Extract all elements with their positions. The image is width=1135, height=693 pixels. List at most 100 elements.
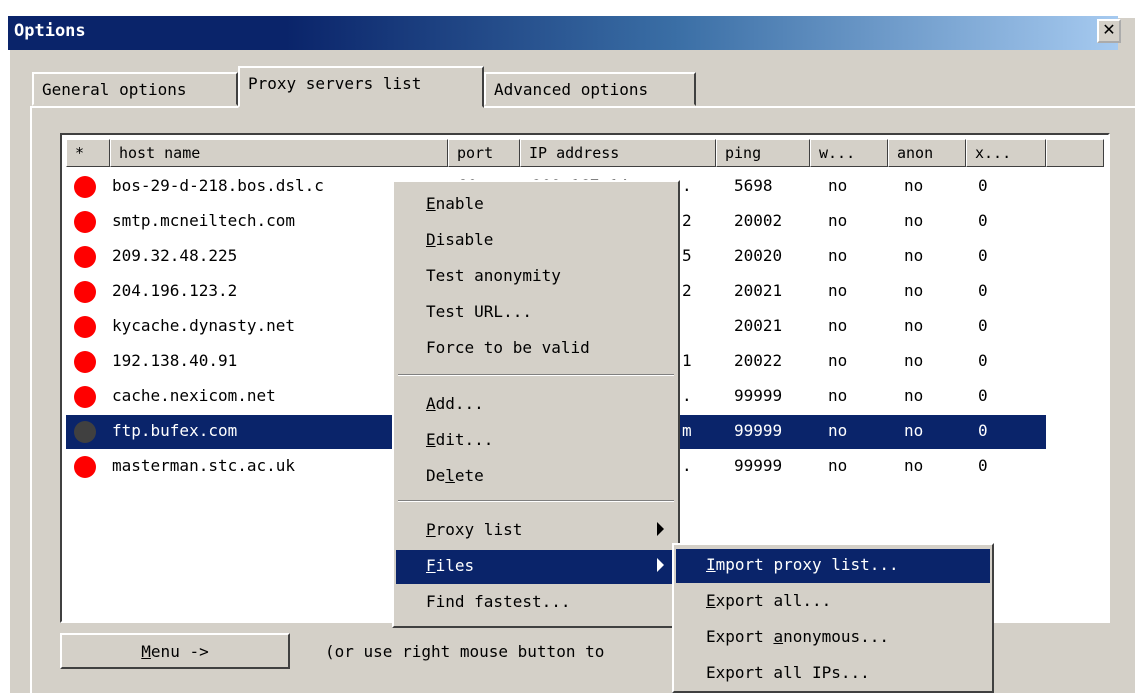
cell-w: no [828, 211, 848, 230]
cell-host: 204.196.123.2 [112, 281, 238, 300]
menu-separator [398, 500, 674, 502]
cell-ping: 20022 [734, 351, 783, 370]
submenu-item-export-all-ips[interactable]: Export all IPs... [676, 657, 990, 691]
cell-x: 0 [978, 211, 988, 230]
cell-host: cache.nexicom.net [112, 386, 276, 405]
menu-item-test-url[interactable]: Test URL... [396, 296, 676, 330]
menu-separator [398, 374, 674, 376]
tab-advanced-options[interactable]: Advanced options [484, 72, 696, 106]
cell-ping: 99999 [734, 421, 783, 440]
cell-w: no [828, 281, 848, 300]
menu-item-add[interactable]: Add... [396, 388, 676, 422]
menu-item-force-valid[interactable]: Force to be valid [396, 332, 676, 366]
submenu-item-export-all[interactable]: Export all... [676, 585, 990, 619]
submenu-arrow-icon [657, 558, 664, 572]
cell-w: no [828, 456, 848, 475]
menu-button[interactable]: Menu -> [60, 633, 290, 669]
cell-w: no [828, 246, 848, 265]
cell-ip-tail: . [682, 456, 692, 475]
status-dot-icon [74, 211, 96, 233]
cell-x: 0 [978, 456, 988, 475]
column-header-ip[interactable]: IP address [520, 139, 716, 167]
cell-anon: no [904, 351, 924, 370]
column-header-host[interactable]: host name [110, 139, 448, 167]
status-dot-icon [74, 351, 96, 373]
cell-host: 192.138.40.91 [112, 351, 238, 370]
cell-anon: no [904, 456, 924, 475]
cell-ip-tail: 5 [682, 246, 692, 265]
cell-ip-tail: 2 [682, 281, 692, 300]
menu-item-disable[interactable]: Disable [396, 224, 676, 258]
cell-x: 0 [978, 176, 988, 195]
cell-anon: no [904, 316, 924, 335]
files-submenu: Import proxy list... Export all... Expor… [672, 543, 994, 693]
menu-button-rest: enu -> [150, 642, 209, 661]
column-header-x[interactable]: x... [966, 139, 1046, 167]
cell-x: 0 [978, 421, 988, 440]
cell-anon: no [904, 421, 924, 440]
cell-ip-tail: m [682, 421, 692, 440]
hint-text: (or use right mouse button to [325, 642, 605, 661]
column-header-w[interactable]: w... [810, 139, 888, 167]
cell-x: 0 [978, 316, 988, 335]
cell-x: 0 [978, 246, 988, 265]
cell-w: no [828, 386, 848, 405]
close-button[interactable]: ✕ [1097, 19, 1121, 43]
window-title: Options [14, 21, 86, 41]
cell-x: 0 [978, 386, 988, 405]
cell-host: 209.32.48.225 [112, 246, 238, 265]
cell-host: smtp.mcneiltech.com [112, 211, 296, 230]
cell-ip-tail: 2 [682, 211, 692, 230]
cell-ip-tail: . [682, 386, 692, 405]
column-header-anon[interactable]: anon [888, 139, 966, 167]
cell-anon: no [904, 246, 924, 265]
tab-proxy-servers-list[interactable]: Proxy servers list [238, 66, 484, 108]
column-header-filler [1046, 139, 1104, 167]
status-dot-icon [74, 456, 96, 478]
cell-w: no [828, 316, 848, 335]
column-header-ping[interactable]: ping [716, 139, 810, 167]
cell-w: no [828, 421, 848, 440]
menu-item-find-fastest[interactable]: Find fastest... [396, 586, 676, 620]
menu-item-test-anonymity[interactable]: Test anonymity [396, 260, 676, 294]
column-header-status[interactable]: * [66, 139, 110, 167]
cell-anon: no [904, 386, 924, 405]
status-dot-icon [74, 386, 96, 408]
menu-item-files[interactable]: Files [396, 550, 676, 584]
cell-anon: no [904, 281, 924, 300]
cell-w: no [828, 176, 848, 195]
cell-ping: 20021 [734, 281, 783, 300]
status-dot-icon [74, 176, 96, 198]
cell-host: masterman.stc.ac.uk [112, 456, 296, 475]
context-menu: Enable Disable Test anonymity Test URL..… [392, 180, 680, 628]
menu-button-key: M [141, 642, 151, 661]
tab-general-options[interactable]: General options [32, 72, 238, 106]
cell-ping: 5698 [734, 176, 773, 195]
cell-ping: 20020 [734, 246, 783, 265]
submenu-item-export-anonymous[interactable]: Export anonymous... [676, 621, 990, 655]
submenu-item-import[interactable]: Import proxy list... [676, 549, 990, 583]
menu-item-delete[interactable]: Delete [396, 460, 676, 494]
cell-ip-tail: . [682, 176, 692, 195]
status-dot-icon [74, 421, 96, 443]
cell-x: 0 [978, 281, 988, 300]
cell-w: no [828, 351, 848, 370]
status-dot-icon [74, 316, 96, 338]
column-header-port[interactable]: port [448, 139, 520, 167]
cell-ip-tail: 1 [682, 351, 692, 370]
cell-ping: 99999 [734, 386, 783, 405]
cell-host: ftp.bufex.com [112, 421, 238, 440]
menu-item-enable[interactable]: Enable [396, 188, 676, 222]
status-dot-icon [74, 246, 96, 268]
cell-ping: 20002 [734, 211, 783, 230]
menu-item-edit[interactable]: Edit... [396, 424, 676, 458]
cell-anon: no [904, 176, 924, 195]
cell-host: kycache.dynasty.net [112, 316, 296, 335]
title-bar[interactable]: Options [8, 16, 1118, 50]
cell-anon: no [904, 211, 924, 230]
menu-button-label: Menu -> [141, 642, 208, 661]
cell-host: bos-29-d-218.bos.dsl.c [112, 176, 324, 195]
menu-item-proxy-list[interactable]: Proxy list [396, 514, 676, 548]
cell-ping: 99999 [734, 456, 783, 475]
cell-ping: 20021 [734, 316, 783, 335]
